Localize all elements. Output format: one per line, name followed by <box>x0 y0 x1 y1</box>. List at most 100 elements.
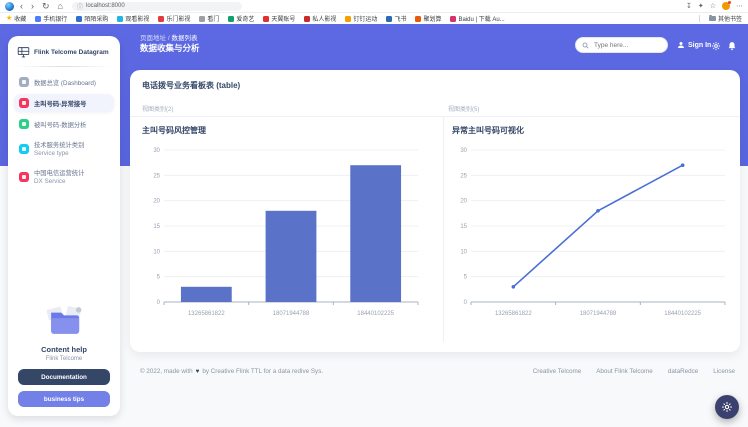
svg-text:0: 0 <box>464 300 468 306</box>
browser-menu-icon[interactable]: ⋯ <box>736 2 743 10</box>
dashboard-card: 电话拨号业务看板表 (table) 视图类别(2) 视图类别(5) 主叫号码风控… <box>130 70 740 352</box>
sidebar-item-sublabel: DX Service <box>34 178 84 185</box>
footer-links: Creative Telcome About Flink Telcome dataR… <box>533 368 735 375</box>
bookmark-item[interactable]: 私人影视 <box>304 14 336 23</box>
bookmark-label: 聚划算 <box>423 14 441 23</box>
breadcrumb-root[interactable]: 页面地址 <box>140 35 166 42</box>
business-tips-button[interactable]: business tips <box>18 391 110 407</box>
svg-text:30: 30 <box>460 148 467 154</box>
search-input[interactable] <box>592 41 661 50</box>
app-viewport: Flink Telcome Datagram 数据总览 (Dashboard) 主… <box>0 24 748 427</box>
bookmark-item[interactable]: 手机银行 <box>35 14 67 23</box>
bookmark-item[interactable]: 钉钉运动 <box>345 14 377 23</box>
caller-abnormal-icon <box>19 98 29 108</box>
bookmark-favicon-icon <box>228 16 234 22</box>
bookmark-item[interactable]: Baidu | 下载 Au... <box>450 14 504 23</box>
notification-dot <box>728 1 731 4</box>
card-title: 电话拨号业务看板表 (table) <box>142 80 240 91</box>
bookmark-favicon-icon <box>158 16 164 22</box>
bookmark-label: 手机银行 <box>43 14 67 23</box>
svg-text:18071944788: 18071944788 <box>273 311 310 317</box>
breadcrumb: 页面地址 / 数据列表 <box>140 32 197 42</box>
home-icon[interactable]: ⌂ <box>56 1 65 11</box>
brand-name: Flink Telcome Datagram <box>34 49 109 56</box>
copyright-prefix: © 2022, made with <box>140 368 193 375</box>
bookmark-item[interactable]: 观看影视 <box>117 14 149 23</box>
service-type-icon <box>19 144 29 154</box>
bookmark-label: 陌陌采购 <box>84 14 108 23</box>
brand[interactable]: Flink Telcome Datagram <box>8 44 120 66</box>
bookmark-item[interactable]: 看门 <box>199 14 219 23</box>
bookmark-item[interactable]: 天翼账号 <box>263 14 295 23</box>
person-icon <box>677 41 685 49</box>
svg-text:5: 5 <box>157 275 161 281</box>
svg-text:18440102225: 18440102225 <box>357 311 394 317</box>
svg-text:18071944788: 18071944788 <box>580 311 617 317</box>
footer-link[interactable]: Creative Telcome <box>533 368 582 375</box>
bookmark-item[interactable]: 飞书 <box>386 14 406 23</box>
sidebar-nav: 数据总览 (Dashboard)主叫号码-异常接号被叫号码-数据分析技术服务统计… <box>8 73 120 189</box>
bookmarks-bar: ★收藏 手机银行 陌陌采购观看影视乐门影视 看门 爱奇艺天翼账号私人影视钉钉运动飞书 聚划… <box>0 13 748 24</box>
sidebar-item-text: 中国电信运营统计DX Service <box>34 168 84 185</box>
bookmark-item[interactable]: 聚划算 <box>415 14 441 23</box>
sidebar-item-text: 主叫号码-异常接号 <box>34 99 86 108</box>
search-box[interactable] <box>575 37 668 53</box>
sidebar-item-4[interactable]: 技术服务统计类别Service type <box>14 136 114 161</box>
bookmark-label: 看门 <box>207 14 219 23</box>
footer-link[interactable]: License <box>713 368 735 375</box>
settings-gear-icon[interactable] <box>711 41 721 51</box>
bookmark-label: 爱奇艺 <box>236 14 254 23</box>
extensions-icon[interactable]: ✦ <box>698 2 704 10</box>
documentation-button[interactable]: Documentation <box>18 369 110 385</box>
sidebar-item-2[interactable]: 主叫号码-异常接号 <box>14 94 114 112</box>
heart-icon: ♥ <box>196 368 200 375</box>
svg-text:10: 10 <box>153 249 160 255</box>
bookmark-star-icon[interactable]: ☆ <box>710 2 716 10</box>
card-divider <box>130 116 740 117</box>
svg-text:30: 30 <box>153 148 160 154</box>
svg-text:20: 20 <box>460 199 467 205</box>
sidebar-item-label: 被叫号码-数据分析 <box>34 120 86 129</box>
bookmark-item[interactable]: 陌陌采购 <box>76 14 108 23</box>
address-bar[interactable]: ⓘ localhost:8000 <box>72 2 242 11</box>
bookmark-item[interactable]: 乐门影视 <box>158 14 190 23</box>
sign-in-label: Sign In <box>688 42 711 49</box>
sidebar-item-5[interactable]: 中国电信运营统计DX Service <box>14 164 114 189</box>
footer-link[interactable]: dataRedce <box>668 368 698 375</box>
sidebar-item-label: 中国电信运营统计 <box>34 168 84 177</box>
profile-avatar[interactable] <box>722 2 730 10</box>
bookmark-favicon-icon <box>117 16 123 22</box>
sidebar-item-3[interactable]: 被叫号码-数据分析 <box>14 115 114 133</box>
back-icon[interactable]: ‹ <box>18 1 25 11</box>
bookmark-item[interactable]: 爱奇艺 <box>228 14 254 23</box>
sidebar-item-label: 技术服务统计类别 <box>34 140 84 149</box>
bookmark-item[interactable]: ★收藏 <box>6 14 26 23</box>
settings-fab-button[interactable] <box>715 395 739 419</box>
bell-icon[interactable] <box>727 41 737 51</box>
site-info-icon[interactable]: ⓘ <box>77 2 83 11</box>
sidebar-item-text: 技术服务统计类别Service type <box>34 140 84 157</box>
bar-chart-title: 主叫号码风控管理 <box>142 125 206 136</box>
sign-in-button[interactable]: Sign In <box>677 41 711 49</box>
bookmark-favicon-icon <box>76 16 82 22</box>
copyright: © 2022, made with ♥ by Creative Flink TT… <box>140 368 323 375</box>
forward-icon[interactable]: › <box>29 1 36 11</box>
bookmark-favicon-icon <box>263 16 269 22</box>
bookmark-favicon-icon <box>35 16 41 22</box>
bookmark-label: Baidu | 下载 Au... <box>458 14 504 23</box>
footer-link[interactable]: About Flink Telcome <box>596 368 653 375</box>
url-text: localhost:8000 <box>86 3 125 9</box>
folder-illustration-icon <box>42 304 86 336</box>
dx-service-icon <box>19 172 29 182</box>
sidebar-item-label: 数据总览 (Dashboard) <box>34 78 96 87</box>
other-bookmarks-button[interactable]: 其他书签 <box>709 14 742 23</box>
sidebar-item-sublabel: Service type <box>34 150 84 157</box>
reload-icon[interactable]: ↻ <box>40 1 52 11</box>
footer: © 2022, made with ♥ by Creative Flink TT… <box>140 368 735 375</box>
bookmark-favicon-icon <box>386 16 392 22</box>
breadcrumb-current: 数据列表 <box>171 35 197 42</box>
svg-text:13265861822: 13265861822 <box>188 311 225 317</box>
downloads-icon[interactable]: ↧ <box>686 2 692 10</box>
breadcrumb-separator: / <box>168 35 170 42</box>
sidebar-item-1[interactable]: 数据总览 (Dashboard) <box>14 73 114 91</box>
